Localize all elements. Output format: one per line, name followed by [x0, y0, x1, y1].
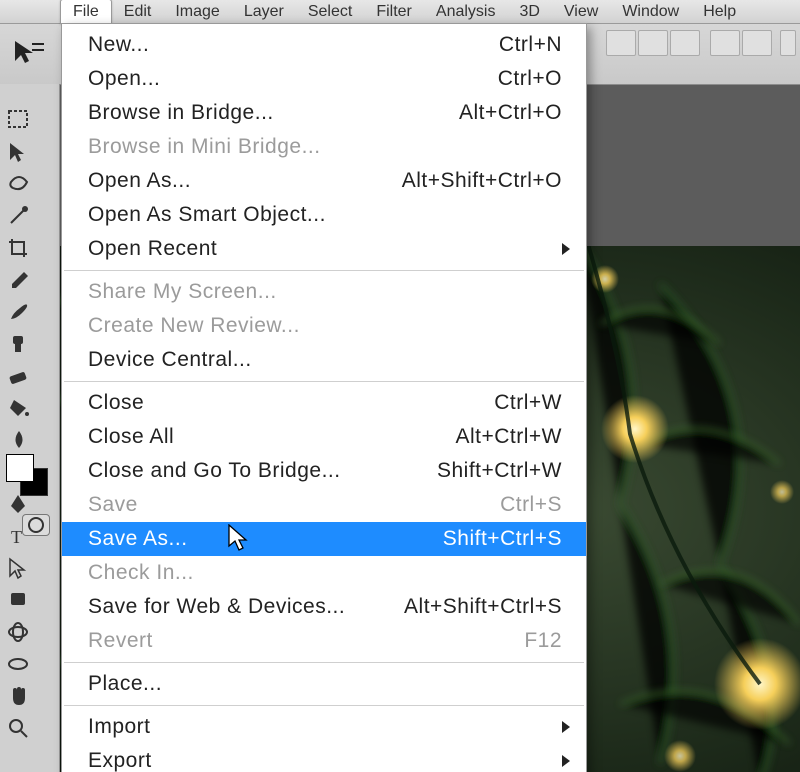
- menu-revert: RevertF12: [62, 624, 586, 658]
- quick-mask-button[interactable]: [22, 514, 50, 536]
- menu-3d[interactable]: 3D: [507, 0, 551, 24]
- menu-image[interactable]: Image: [163, 0, 231, 24]
- menu-browse-in-mini-bridge: Browse in Mini Bridge...: [62, 130, 586, 164]
- menu-place[interactable]: Place...: [62, 667, 586, 701]
- move-tool-icon[interactable]: [6, 140, 32, 164]
- menu-open-recent[interactable]: Open Recent: [62, 232, 586, 266]
- align-button[interactable]: [606, 30, 636, 56]
- eraser-tool-icon[interactable]: [6, 364, 32, 388]
- menu-file[interactable]: File: [60, 0, 112, 25]
- tools-panel: T: [0, 84, 60, 772]
- menu-separator: [64, 270, 584, 271]
- menu-save: SaveCtrl+S: [62, 488, 586, 522]
- menu-check-in: Check In...: [62, 556, 586, 590]
- menu-open-as-smart-object[interactable]: Open As Smart Object...: [62, 198, 586, 232]
- align-button[interactable]: [780, 30, 796, 56]
- menu-filter[interactable]: Filter: [364, 0, 424, 24]
- brush-tool-icon[interactable]: [6, 300, 32, 324]
- menu-open[interactable]: Open...Ctrl+O: [62, 62, 586, 96]
- svg-text:T: T: [11, 527, 22, 547]
- menu-share-my-screen: Share My Screen...: [62, 275, 586, 309]
- menu-select[interactable]: Select: [296, 0, 364, 24]
- chevron-right-icon: [562, 755, 570, 767]
- align-button[interactable]: [638, 30, 668, 56]
- zoom-tool-icon[interactable]: [6, 716, 32, 740]
- align-button[interactable]: [670, 30, 700, 56]
- align-button[interactable]: [742, 30, 772, 56]
- wand-tool-icon[interactable]: [6, 204, 32, 228]
- menu-window[interactable]: Window: [610, 0, 691, 24]
- menu-analysis[interactable]: Analysis: [424, 0, 508, 24]
- 3d-tool-icon[interactable]: [6, 620, 32, 644]
- path-tool-icon[interactable]: [6, 556, 32, 580]
- blur-tool-icon[interactable]: [6, 428, 32, 452]
- hand-tool-icon[interactable]: [6, 684, 32, 708]
- menu-browse-in-bridge[interactable]: Browse in Bridge...Alt+Ctrl+O: [62, 96, 586, 130]
- menu-layer[interactable]: Layer: [232, 0, 296, 24]
- circle-icon: [28, 517, 44, 533]
- menu-device-central[interactable]: Device Central...: [62, 343, 586, 377]
- camera-tool-icon[interactable]: [6, 652, 32, 676]
- menu-edit[interactable]: Edit: [112, 0, 164, 24]
- menu-separator: [64, 381, 584, 382]
- menubar: File Edit Image Layer Select Filter Anal…: [0, 0, 800, 24]
- menu-create-new-review: Create New Review...: [62, 309, 586, 343]
- menu-separator: [64, 662, 584, 663]
- align-button[interactable]: [710, 30, 740, 56]
- menu-export[interactable]: Export: [62, 744, 586, 772]
- photoshop-window: File Edit Image Layer Select Filter Anal…: [0, 0, 800, 772]
- file-menu-dropdown: New...Ctrl+N Open...Ctrl+O Browse in Bri…: [61, 23, 587, 772]
- crop-tool-icon[interactable]: [6, 236, 32, 260]
- clone-tool-icon[interactable]: [6, 332, 32, 356]
- eyedropper-tool-icon[interactable]: [6, 268, 32, 292]
- foreground-swatch[interactable]: [6, 454, 34, 482]
- chevron-right-icon: [562, 243, 570, 255]
- menu-open-as[interactable]: Open As...Alt+Shift+Ctrl+O: [62, 164, 586, 198]
- menu-separator: [64, 705, 584, 706]
- menu-new[interactable]: New...Ctrl+N: [62, 28, 586, 62]
- marquee-tool-icon[interactable]: [6, 108, 32, 132]
- menu-view[interactable]: View: [552, 0, 610, 24]
- bucket-tool-icon[interactable]: [6, 396, 32, 420]
- menu-close-all[interactable]: Close AllAlt+Ctrl+W: [62, 420, 586, 454]
- menu-help[interactable]: Help: [691, 0, 748, 24]
- menu-close[interactable]: CloseCtrl+W: [62, 386, 586, 420]
- menu-save-as[interactable]: Save As...Shift+Ctrl+S: [62, 522, 586, 556]
- move-tool-icon: [12, 38, 46, 68]
- chevron-right-icon: [562, 721, 570, 733]
- shape-tool-icon[interactable]: [6, 588, 32, 612]
- menu-save-for-web[interactable]: Save for Web & Devices...Alt+Shift+Ctrl+…: [62, 590, 586, 624]
- menu-import[interactable]: Import: [62, 710, 586, 744]
- menu-close-and-go-to-bridge[interactable]: Close and Go To Bridge...Shift+Ctrl+W: [62, 454, 586, 488]
- lasso-tool-icon[interactable]: [6, 172, 32, 196]
